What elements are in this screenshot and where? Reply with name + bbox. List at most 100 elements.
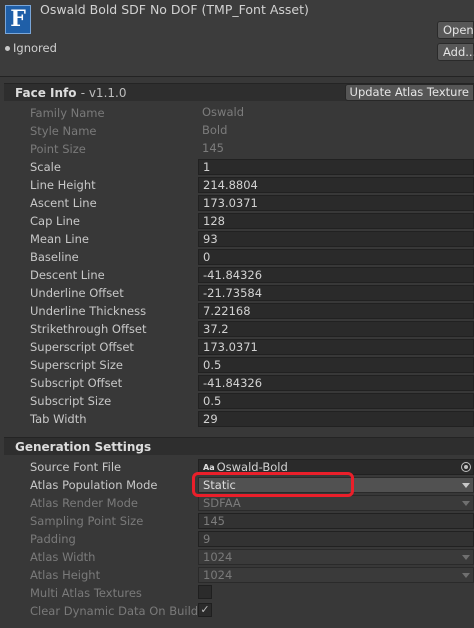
cap-line-label: Cap Line <box>30 214 80 228</box>
multi-atlas-textures-checkbox <box>198 585 212 599</box>
atlas-render-mode-dropdown: SDFAA <box>198 495 474 511</box>
object-picker-icon[interactable] <box>461 462 471 472</box>
subscript-size-label: Subscript Size <box>30 394 112 408</box>
descent-line-field[interactable]: -41.84326 <box>198 267 474 283</box>
row-subscript-offset: Subscript Offset -41.84326 <box>0 374 474 392</box>
style-name-label: Style Name <box>30 124 97 138</box>
row-clear-dynamic-data: Clear Dynamic Data On Build ✓ <box>0 602 474 620</box>
atlas-height-dropdown: 1024 <box>198 567 474 583</box>
source-font-file-label: Source Font File <box>30 460 122 474</box>
baseline-label: Baseline <box>30 250 79 264</box>
row-padding: Padding 9 <box>0 530 474 548</box>
mean-line-label: Mean Line <box>30 232 89 246</box>
family-name-label: Family Name <box>30 106 105 120</box>
mean-line-field[interactable]: 93 <box>198 231 474 247</box>
row-baseline: Baseline 0 <box>0 248 474 266</box>
descent-line-label: Descent Line <box>30 268 105 282</box>
chevron-down-icon <box>462 501 470 506</box>
line-height-label: Line Height <box>30 178 96 192</box>
clear-dynamic-data-label: Clear Dynamic Data On Build <box>30 604 199 618</box>
family-name-field: Oswald <box>202 105 244 119</box>
atlas-render-mode-label: Atlas Render Mode <box>30 496 138 510</box>
row-point-size: Point Size 145 <box>0 140 474 158</box>
row-mean-line: Mean Line 93 <box>0 230 474 248</box>
row-sampling-point-size: Sampling Point Size 145 <box>0 512 474 530</box>
atlas-height-value: 1024 <box>203 568 233 582</box>
row-style-name: Style Name Bold <box>0 122 474 140</box>
row-line-height: Line Height 214.8804 <box>0 176 474 194</box>
row-scale: Scale 1 <box>0 158 474 176</box>
row-underline-thickness: Underline Thickness 7.22168 <box>0 302 474 320</box>
atlas-height-label: Atlas Height <box>30 568 101 582</box>
asset-title: Oswald Bold SDF No DOF (TMP_Font Asset) <box>40 2 309 17</box>
atlas-width-dropdown: 1024 <box>198 549 474 565</box>
superscript-size-field[interactable]: 0.5 <box>198 357 474 373</box>
face-info-header[interactable]: Face Info - v1.1.0 Update Atlas Texture <box>4 83 474 101</box>
label-dot-icon <box>5 46 10 51</box>
face-info-version: - v1.1.0 <box>80 86 127 100</box>
row-underline-offset: Underline Offset -21.73584 <box>0 284 474 302</box>
row-multi-atlas-textures: Multi Atlas Textures <box>0 584 474 602</box>
ascent-line-field[interactable]: 173.0371 <box>198 195 474 211</box>
row-cap-line: Cap Line 128 <box>0 212 474 230</box>
chevron-down-icon <box>462 483 470 488</box>
row-descent-line: Descent Line -41.84326 <box>0 266 474 284</box>
point-size-field: 145 <box>202 141 224 155</box>
subscript-offset-field[interactable]: -41.84326 <box>198 375 474 391</box>
underline-offset-label: Underline Offset <box>30 286 124 300</box>
superscript-size-label: Superscript Size <box>30 358 123 372</box>
font-asset-icon: F <box>5 5 31 34</box>
open-button[interactable]: Open <box>437 21 474 39</box>
chevron-down-icon <box>462 555 470 560</box>
scale-field[interactable]: 1 <box>198 159 474 175</box>
cap-line-field[interactable]: 128 <box>198 213 474 229</box>
highlight-annotation <box>192 472 354 497</box>
sampling-point-size-field: 145 <box>198 513 474 529</box>
strikethrough-offset-field[interactable]: 37.2 <box>198 321 474 337</box>
atlas-width-value: 1024 <box>203 550 233 564</box>
underline-offset-field[interactable]: -21.73584 <box>198 285 474 301</box>
subscript-offset-label: Subscript Offset <box>30 376 123 390</box>
ascent-line-label: Ascent Line <box>30 196 97 210</box>
row-strikethrough-offset: Strikethrough Offset 37.2 <box>0 320 474 338</box>
asset-header: F Oswald Bold SDF No DOF (TMP_Font Asset… <box>0 0 474 76</box>
underline-thickness-field[interactable]: 7.22168 <box>198 303 474 319</box>
face-info-title-text: Face Info <box>15 86 77 100</box>
underline-thickness-label: Underline Thickness <box>30 304 147 318</box>
row-superscript-offset: Superscript Offset 173.0371 <box>0 338 474 356</box>
padding-label: Padding <box>30 532 76 546</box>
generation-settings-title: Generation Settings <box>15 440 152 454</box>
atlas-width-label: Atlas Width <box>30 550 96 564</box>
row-atlas-height: Atlas Height 1024 <box>0 566 474 584</box>
atlas-population-mode-label: Atlas Population Mode <box>30 478 158 492</box>
atlas-render-mode-value: SDFAA <box>203 496 241 510</box>
superscript-offset-field[interactable]: 173.0371 <box>198 339 474 355</box>
row-family-name: Family Name Oswald <box>0 104 474 122</box>
strikethrough-offset-label: Strikethrough Offset <box>30 322 147 336</box>
style-name-field: Bold <box>202 123 228 137</box>
header-divider <box>0 76 474 77</box>
asset-label-ignored[interactable]: Ignored <box>5 41 57 55</box>
multi-atlas-textures-label: Multi Atlas Textures <box>30 586 142 600</box>
row-ascent-line: Ascent Line 173.0371 <box>0 194 474 212</box>
tab-width-label: Tab Width <box>30 412 87 426</box>
row-subscript-size: Subscript Size 0.5 <box>0 392 474 410</box>
row-atlas-width: Atlas Width 1024 <box>0 548 474 566</box>
tab-width-field[interactable]: 29 <box>198 411 474 427</box>
row-superscript-size: Superscript Size 0.5 <box>0 356 474 374</box>
clear-dynamic-data-checkbox: ✓ <box>198 603 212 617</box>
padding-field: 9 <box>198 531 474 547</box>
generation-settings-header[interactable]: Generation Settings <box>4 437 474 455</box>
row-tab-width: Tab Width 29 <box>0 410 474 428</box>
add-button[interactable]: Add... <box>437 43 474 61</box>
sampling-point-size-label: Sampling Point Size <box>30 514 144 528</box>
baseline-field[interactable]: 0 <box>198 249 474 265</box>
subscript-size-field[interactable]: 0.5 <box>198 393 474 409</box>
scale-label: Scale <box>30 160 61 174</box>
superscript-offset-label: Superscript Offset <box>30 340 134 354</box>
chevron-down-icon <box>462 573 470 578</box>
ignored-label-text: Ignored <box>13 41 57 55</box>
update-atlas-texture-button[interactable]: Update Atlas Texture <box>344 84 474 101</box>
line-height-field[interactable]: 214.8804 <box>198 177 474 193</box>
face-info-title: Face Info - v1.1.0 <box>15 85 126 101</box>
